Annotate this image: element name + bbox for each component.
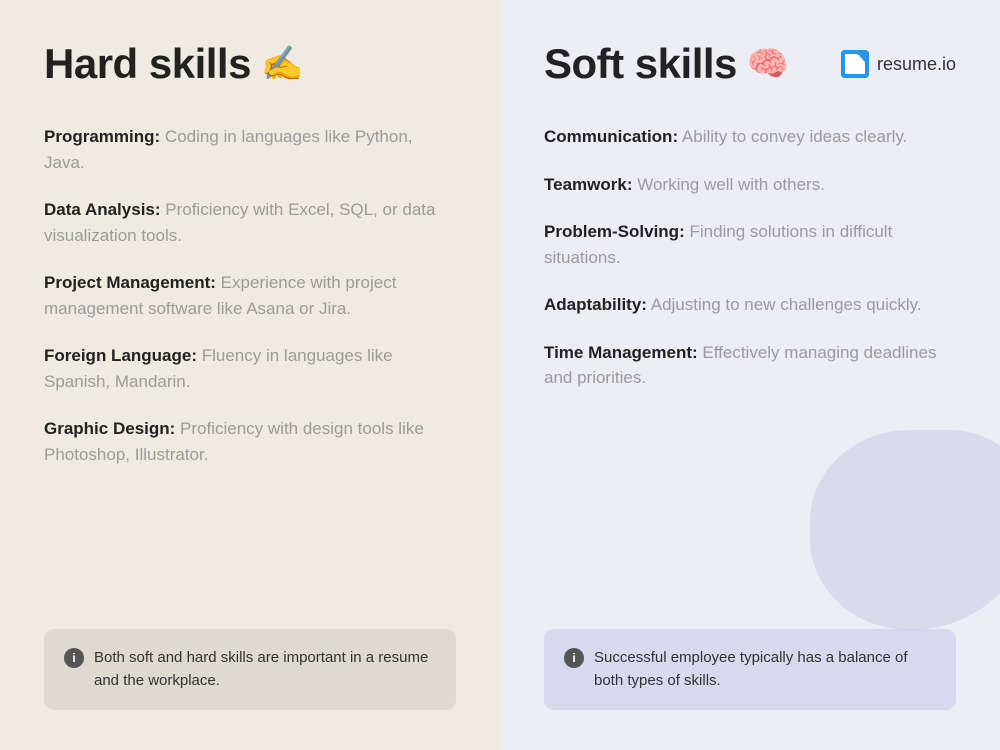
skill-label: Programming: [44,127,160,146]
skill-desc: Adjusting to new challenges quickly. [647,295,922,314]
left-info-box: i Both soft and hard skills are importan… [44,629,456,710]
list-item: Data Analysis: Proficiency with Excel, S… [44,197,456,248]
left-title: Hard skills [44,40,251,88]
right-title-icon: 🧠 [747,44,789,84]
soft-skills-list: Communication: Ability to convey ideas c… [544,124,956,629]
list-item: Problem-Solving: Finding solutions in di… [544,219,956,270]
skill-label: Problem-Solving: [544,222,685,241]
left-header: Hard skills ✍️ [44,40,456,88]
list-item: Project Management: Experience with proj… [44,270,456,321]
resume-logo-text: resume.io [877,54,956,75]
list-item: Graphic Design: Proficiency with design … [44,416,456,467]
left-info-text: Both soft and hard skills are important … [94,647,436,692]
info-icon: i [564,648,584,668]
skill-label: Time Management: [544,343,698,362]
right-panel: Soft skills 🧠 resume.io Communication: A… [500,0,1000,750]
skill-label: Graphic Design: [44,419,175,438]
list-item: Teamwork: Working well with others. [544,172,956,198]
logo-svg [841,50,869,78]
right-info-text: Successful employee typically has a bala… [594,647,936,692]
list-item: Foreign Language: Fluency in languages l… [44,343,456,394]
hard-skills-list: Programming: Coding in languages like Py… [44,124,456,629]
skill-desc: Working well with others. [633,175,825,194]
info-icon: i [64,648,84,668]
left-panel: Hard skills ✍️ Programming: Coding in la… [0,0,500,750]
resume-logo: resume.io [841,50,956,78]
resume-logo-icon [841,50,869,78]
right-header: Soft skills 🧠 resume.io [544,40,956,88]
list-item: Adaptability: Adjusting to new challenge… [544,292,956,318]
skill-label: Communication: [544,127,678,146]
skill-desc: Ability to convey ideas clearly. [678,127,907,146]
skill-label: Adaptability: [544,295,647,314]
list-item: Time Management: Effectively managing de… [544,340,956,391]
skill-label: Teamwork: [544,175,633,194]
list-item: Communication: Ability to convey ideas c… [544,124,956,150]
skill-label: Foreign Language: [44,346,197,365]
skill-label: Data Analysis: [44,200,161,219]
right-title: Soft skills [544,40,737,88]
list-item: Programming: Coding in languages like Py… [44,124,456,175]
left-title-icon: ✍️ [261,44,303,84]
right-info-box: i Successful employee typically has a ba… [544,629,956,710]
skill-label: Project Management: [44,273,216,292]
